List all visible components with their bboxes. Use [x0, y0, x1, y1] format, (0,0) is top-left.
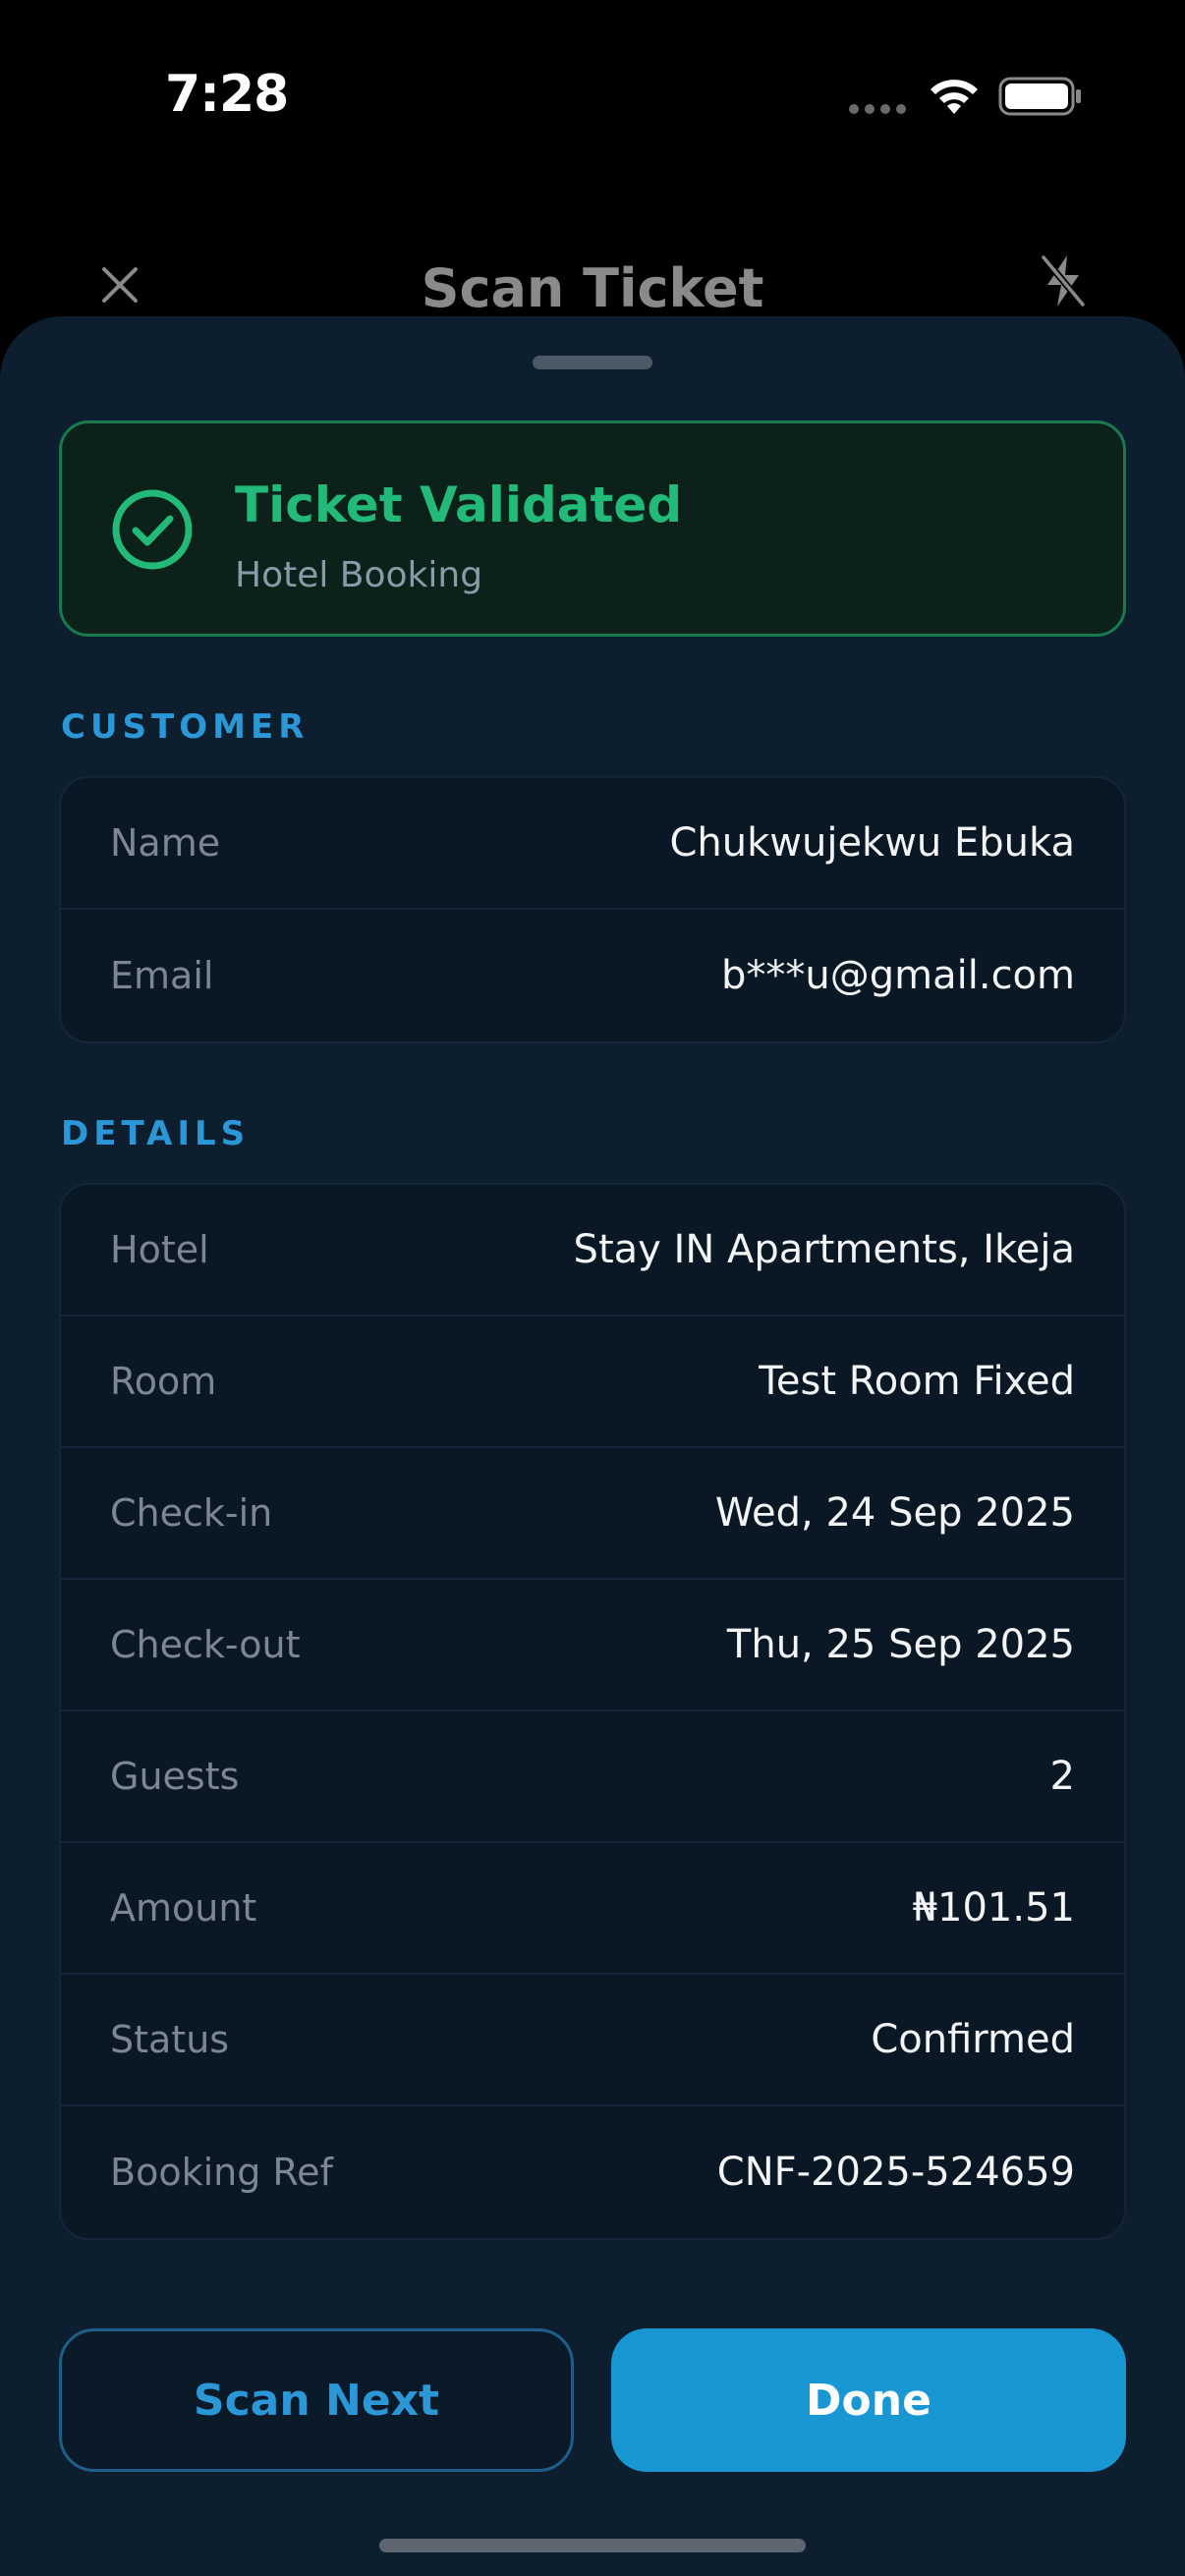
- details-section-label: DETAILS: [61, 1114, 251, 1153]
- customer-card: Name Chukwujekwu Ebuka Email b***u@gmail…: [59, 776, 1126, 1043]
- validation-subtitle: Hotel Booking: [235, 555, 483, 595]
- scan-next-button[interactable]: Scan Next: [59, 2328, 574, 2472]
- details-row-amount: Amount ₦101.51: [61, 1843, 1124, 1975]
- details-row-booking-ref: Booking Ref CNF-2025-524659: [61, 2106, 1124, 2238]
- home-indicator: [379, 2539, 806, 2552]
- row-value: ₦101.51: [912, 1885, 1075, 1931]
- details-card: Hotel Stay IN Apartments, Ikeja Room Tes…: [59, 1183, 1126, 2240]
- row-value: Wed, 24 Sep 2025: [714, 1490, 1075, 1536]
- row-key: Hotel: [110, 1228, 209, 1271]
- cellular-signal-icon: [849, 104, 908, 116]
- row-value: Thu, 25 Sep 2025: [726, 1622, 1075, 1667]
- details-row-check-in: Check-in Wed, 24 Sep 2025: [61, 1448, 1124, 1580]
- details-row-hotel: Hotel Stay IN Apartments, Ikeja: [61, 1185, 1124, 1316]
- row-key: Guests: [110, 1755, 240, 1798]
- page-title: Scan Ticket: [421, 257, 764, 319]
- row-key: Booking Ref: [110, 2151, 333, 2194]
- done-button[interactable]: Done: [611, 2328, 1126, 2472]
- customer-row-name: Name Chukwujekwu Ebuka: [61, 778, 1124, 910]
- row-value: Confirmed: [871, 2017, 1075, 2062]
- row-value: Stay IN Apartments, Ikeja: [573, 1227, 1075, 1272]
- row-key: Name: [110, 821, 221, 865]
- row-value: Chukwujekwu Ebuka: [669, 820, 1075, 866]
- details-row-check-out: Check-out Thu, 25 Sep 2025: [61, 1580, 1124, 1711]
- row-value: CNF-2025-524659: [716, 2150, 1075, 2195]
- wifi-icon: [931, 80, 978, 114]
- validation-banner: Ticket Validated Hotel Booking: [59, 420, 1126, 637]
- customer-section-label: CUSTOMER: [61, 707, 310, 747]
- battery-icon: [998, 77, 1081, 116]
- row-key: Check-in: [110, 1491, 273, 1535]
- check-circle-icon: [112, 489, 193, 570]
- row-key: Check-out: [110, 1623, 301, 1666]
- row-key: Room: [110, 1360, 217, 1403]
- sheet-grabber[interactable]: [533, 356, 652, 369]
- details-row-status: Status Confirmed: [61, 1975, 1124, 2106]
- validation-title: Ticket Validated: [235, 476, 683, 533]
- row-key: Amount: [110, 1886, 257, 1930]
- row-value: Test Room Fixed: [759, 1359, 1075, 1404]
- result-sheet: Ticket Validated Hotel Booking CUSTOMER …: [0, 316, 1185, 2576]
- status-bar: 7:28: [0, 0, 1185, 196]
- details-row-guests: Guests 2: [61, 1711, 1124, 1843]
- row-value: b***u@gmail.com: [721, 953, 1075, 998]
- status-time: 7:28: [165, 65, 289, 124]
- flash-toggle-button[interactable]: [1032, 250, 1095, 312]
- details-row-room: Room Test Room Fixed: [61, 1316, 1124, 1448]
- customer-row-email: Email b***u@gmail.com: [61, 910, 1124, 1041]
- row-value: 2: [1049, 1754, 1075, 1799]
- row-key: Status: [110, 2018, 230, 2061]
- flash-off-icon: [1041, 254, 1086, 308]
- row-key: Email: [110, 954, 214, 997]
